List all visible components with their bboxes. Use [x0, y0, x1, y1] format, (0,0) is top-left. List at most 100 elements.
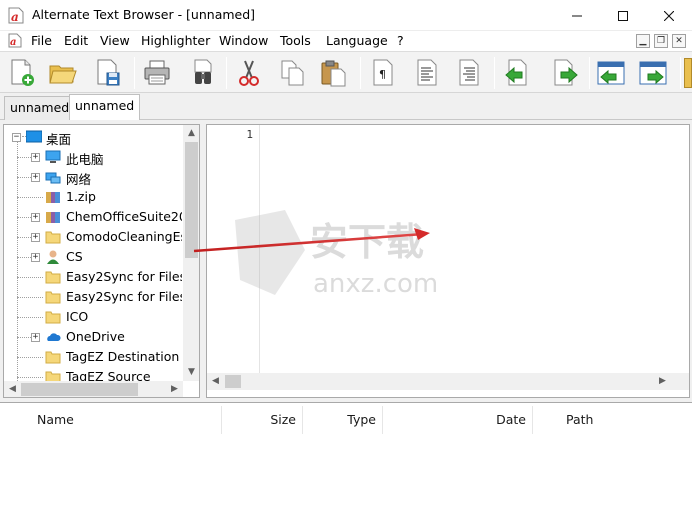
editor-horizontal-scrollbar[interactable]: ◀ ▶	[207, 373, 689, 390]
open-button[interactable]	[46, 55, 80, 91]
tree-item[interactable]: ICO	[4, 307, 184, 327]
menu-edit[interactable]: Edit	[64, 33, 88, 48]
printer-icon	[144, 60, 170, 85]
collapse-icon[interactable]: −	[12, 133, 21, 142]
tree-item-label: TagEZ Destination	[66, 349, 180, 364]
maximize-button[interactable]	[600, 0, 646, 31]
back-button[interactable]	[500, 55, 534, 91]
save-icon	[97, 59, 120, 86]
svg-text:a: a	[10, 37, 16, 48]
copy-button[interactable]	[275, 55, 309, 91]
folder-icon	[45, 311, 61, 324]
network-icon	[45, 172, 61, 184]
arrow-right-icon	[554, 59, 578, 86]
cloud-icon	[47, 333, 61, 341]
paragraph-icon: ¶	[373, 59, 393, 86]
tree-item-label: Easy2Sync for Files A	[66, 269, 182, 284]
menu-bar: a File Edit View Highlighter Window Tool…	[0, 31, 692, 51]
tree-item[interactable]: + ChemOfficeSuite201	[4, 207, 184, 227]
menu-file[interactable]: File	[31, 33, 52, 48]
menu-highlighter[interactable]: Highlighter	[141, 33, 210, 48]
open-folder-icon	[49, 65, 77, 84]
print-button[interactable]	[140, 55, 174, 91]
mdi-close-button[interactable]: ✕	[672, 34, 686, 48]
title-bar: a Alternate Text Browser - [unnamed]	[0, 0, 692, 31]
scroll-up-icon[interactable]: ▲	[183, 125, 199, 142]
save-button[interactable]	[91, 55, 125, 91]
scroll-thumb-horizontal[interactable]	[21, 383, 138, 396]
column-date[interactable]: Date	[383, 406, 533, 434]
tree-item[interactable]: + 此电脑	[4, 147, 184, 167]
tree-item[interactable]: TagEZ Destination	[4, 347, 184, 367]
folder-icon	[45, 351, 61, 364]
close-icon	[664, 10, 674, 21]
tree-item[interactable]: 1.zip	[4, 187, 184, 207]
forward-button[interactable]	[548, 55, 582, 91]
paragraph-mark-button[interactable]: ¶	[366, 55, 400, 91]
column-name[interactable]: Name	[0, 406, 222, 434]
user-icon	[47, 250, 59, 264]
menu-language[interactable]: Language	[326, 33, 388, 48]
tree-item[interactable]: Easy2Sync for Files I	[4, 287, 184, 307]
expand-icon[interactable]: +	[31, 173, 40, 182]
expand-icon[interactable]: +	[31, 153, 40, 162]
scroll-left-icon[interactable]: ◀	[207, 373, 224, 390]
svg-text:¶: ¶	[379, 68, 386, 81]
expand-icon[interactable]: +	[31, 253, 40, 262]
cut-button[interactable]	[232, 55, 266, 91]
line-number: 1	[246, 128, 253, 141]
close-button[interactable]	[646, 0, 692, 31]
next-window-button[interactable]	[636, 55, 670, 91]
expand-icon[interactable]: +	[31, 233, 40, 242]
annotation-arrow	[193, 228, 430, 253]
scroll-left-icon[interactable]: ◀	[4, 381, 21, 397]
new-file-button[interactable]	[5, 55, 39, 91]
menu-window[interactable]: Window	[219, 33, 268, 48]
folder-icon	[45, 271, 61, 284]
column-type[interactable]: Type	[303, 406, 383, 434]
find-button[interactable]	[186, 55, 220, 91]
mdi-minimize-button[interactable]: ▁	[636, 34, 650, 48]
tab-unnamed-1[interactable]: unnamed	[4, 96, 76, 120]
window-forward-icon	[639, 61, 667, 85]
archive-folder-icon	[46, 212, 60, 223]
tree-item[interactable]: + ComodoCleaningEs	[4, 227, 184, 247]
editor-scroll-thumb[interactable]	[225, 375, 241, 388]
menu-tools[interactable]: Tools	[280, 33, 311, 48]
expand-icon[interactable]: +	[31, 213, 40, 222]
tree-item[interactable]: + CS	[4, 247, 184, 267]
align-left-button[interactable]	[410, 55, 444, 91]
tree-horizontal-scrollbar[interactable]: ◀ ▶	[4, 381, 183, 397]
tree-item-label: ChemOfficeSuite201	[66, 209, 182, 224]
tree-item-label: OneDrive	[66, 329, 125, 344]
menu-view[interactable]: View	[100, 33, 130, 48]
toolbar: ¶	[0, 51, 692, 93]
folder-tree[interactable]: − 桌面 + 此电脑 + 网络 1.zip + ChemOfficeSuite201 + Com…	[3, 124, 200, 398]
tree-item[interactable]: Easy2Sync for Files A	[4, 267, 184, 287]
tree-root-label: 桌面	[46, 132, 72, 147]
toolbar-overflow-icon[interactable]	[684, 58, 692, 88]
mdi-restore-button[interactable]: ❐	[654, 34, 668, 48]
window-title: Alternate Text Browser - [unnamed]	[32, 7, 256, 22]
document-menu-icon[interactable]: a	[8, 33, 22, 48]
expand-icon[interactable]: +	[31, 333, 40, 342]
column-path[interactable]: Path	[533, 406, 692, 434]
paste-icon	[321, 60, 346, 87]
scroll-right-icon[interactable]: ▶	[654, 373, 671, 390]
previous-window-button[interactable]	[594, 55, 628, 91]
align-right-button[interactable]	[452, 55, 486, 91]
tree-root[interactable]: − 桌面	[4, 127, 184, 147]
file-list[interactable]: Name Size Type Date Path	[0, 402, 692, 508]
column-size[interactable]: Size	[222, 406, 303, 434]
tree-item[interactable]: + OneDrive	[4, 327, 184, 347]
scroll-right-icon[interactable]: ▶	[166, 381, 183, 397]
tab-unnamed-2[interactable]: unnamed	[69, 94, 141, 120]
tree-item[interactable]: + 网络	[4, 167, 184, 187]
scroll-down-icon[interactable]: ▼	[183, 364, 199, 381]
paste-button[interactable]	[317, 55, 351, 91]
menu-help[interactable]: ?	[397, 33, 404, 48]
app-icon: a	[8, 7, 24, 24]
minimize-button[interactable]	[554, 0, 600, 31]
arrow-left-icon	[505, 59, 527, 86]
scissors-icon	[239, 60, 259, 86]
